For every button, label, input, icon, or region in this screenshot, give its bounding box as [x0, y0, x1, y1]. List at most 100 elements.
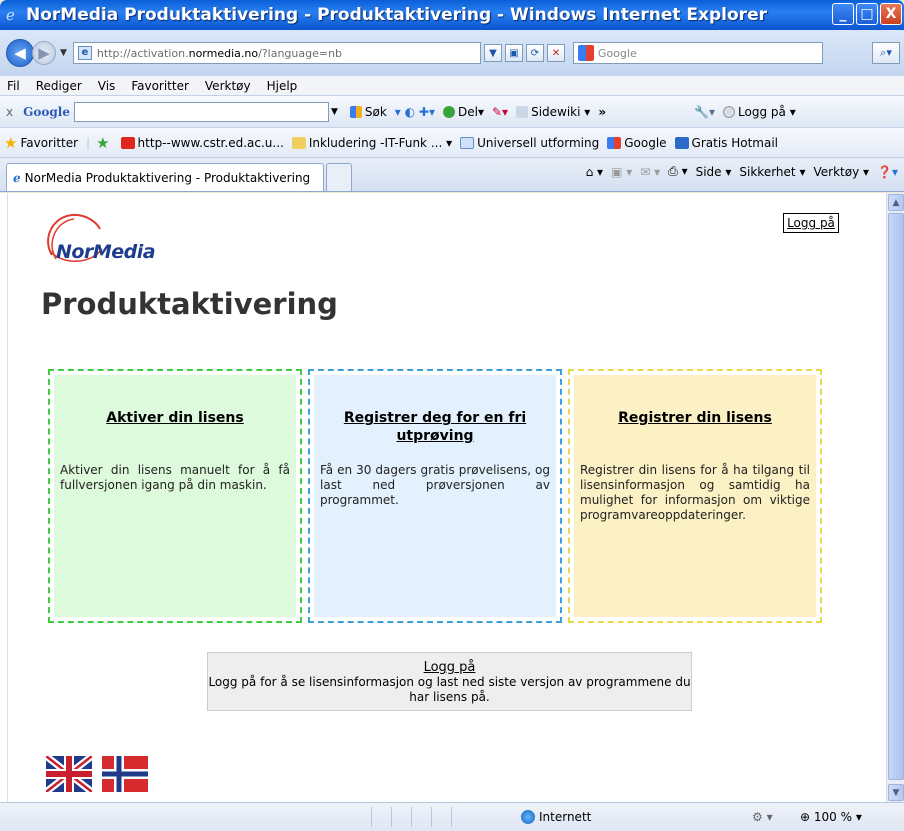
- zoom-control[interactable]: ⊕ 100 % ▾: [800, 810, 862, 824]
- favorite-link-google[interactable]: Google: [607, 135, 667, 150]
- menu-help[interactable]: Hjelp: [264, 79, 301, 93]
- url-prefix: http://activation.: [96, 46, 189, 60]
- toolbar-login-label: Logg på: [738, 104, 786, 119]
- compatibility-view-icon[interactable]: ▣: [504, 44, 523, 62]
- menu-file[interactable]: Fil: [4, 79, 23, 93]
- tools-menu[interactable]: Verktøy ▾: [813, 165, 869, 179]
- favorite-link-universell[interactable]: Universell utforming: [460, 136, 599, 150]
- english-flag-icon[interactable]: [46, 756, 92, 792]
- share-button[interactable]: Del ▾: [443, 105, 484, 119]
- register-license-link[interactable]: Registrer din lisens: [584, 409, 806, 427]
- status-segment: [392, 807, 412, 827]
- page-icon: e: [77, 46, 92, 60]
- favorite-link-hotmail[interactable]: Gratis Hotmail: [674, 135, 779, 150]
- command-bar: ⌂ ▾ ▣ ▾ ✉ ▾ ⎙ ▾ Side ▾ Sikkerhet ▾ Verkt…: [586, 164, 898, 179]
- window-title: NorMedia Produktaktivering - Produktakti…: [26, 5, 767, 25]
- address-input[interactable]: e http://activation. normedia.no/?languag…: [72, 42, 481, 64]
- google-search-button[interactable]: Søk: [349, 105, 387, 119]
- google-search-input[interactable]: [73, 101, 329, 122]
- close-button[interactable]: X: [880, 3, 902, 25]
- favorites-label: Favoritter: [20, 135, 79, 150]
- user-icon: [723, 105, 736, 118]
- favorite-link-cstr[interactable]: http--www.cstr.ed.ac.u...: [120, 136, 284, 150]
- login-link-top[interactable]: Logg på: [783, 213, 839, 233]
- refresh-button[interactable]: ⟳: [525, 44, 544, 62]
- safety-menu[interactable]: Sikkerhet ▾: [739, 165, 805, 179]
- search-placeholder: Google: [597, 46, 637, 60]
- card-activate-license: Aktiver din lisens Aktiver din lisens ma…: [48, 369, 302, 623]
- sidewiki-button[interactable]: Sidewiki ▾: [516, 105, 590, 119]
- tools-menu-label: Verktøy: [813, 164, 860, 179]
- browse-icons[interactable]: ▾ ◐ ✚▾: [395, 105, 435, 119]
- address-toolbar: ◀ ▶ ▼ e http://activation. normedia.no/?l…: [0, 30, 904, 76]
- protected-mode-icon[interactable]: ⚙ ▾: [752, 810, 773, 824]
- normedia-logo[interactable]: NorMedia: [42, 209, 174, 265]
- forward-button[interactable]: ▶: [32, 41, 56, 65]
- minimize-button[interactable]: _: [832, 3, 854, 25]
- favorites-button[interactable]: ★ Favoritter: [4, 134, 78, 152]
- address-dropdown-button[interactable]: ▼: [483, 44, 502, 62]
- menu-edit[interactable]: Rediger: [33, 79, 85, 93]
- feeds-icon[interactable]: ▣ ▾: [611, 165, 632, 179]
- home-icon[interactable]: ⌂ ▾: [586, 165, 603, 179]
- favorite-folder-inkludering[interactable]: Inkludering -IT-Funk ... ▾: [291, 135, 452, 150]
- maximize-button[interactable]: □: [856, 3, 878, 25]
- scroll-up-button[interactable]: ▲: [888, 194, 904, 211]
- window-title-bar: ℯ NorMedia Produktaktivering - Produktak…: [0, 0, 904, 30]
- favorite-label: Gratis Hotmail: [691, 135, 779, 150]
- add-favorite-icon[interactable]: ★: [96, 134, 112, 152]
- bookmark-button[interactable]: ✎▾: [492, 105, 508, 119]
- page-title: Produktaktivering: [41, 287, 338, 321]
- activate-license-text: Aktiver din lisens manuelt for å få full…: [60, 463, 290, 492]
- star-icon: ★: [4, 133, 18, 152]
- scroll-down-button[interactable]: ▼: [888, 784, 904, 801]
- google-toolbar: x Google ▼ Søk ▾ ◐ ✚▾ Del ▾ ✎▾ Sidewiki ▾…: [0, 96, 904, 128]
- print-icon[interactable]: ⎙ ▾: [668, 164, 687, 179]
- google-logo: Google: [23, 104, 70, 119]
- back-button[interactable]: ◀: [6, 39, 34, 67]
- wrench-icon[interactable]: 🔧▾: [694, 105, 715, 119]
- toolbar-more-button[interactable]: »: [598, 105, 606, 119]
- safety-menu-label: Sikkerhet: [739, 164, 796, 179]
- login-link[interactable]: Logg på: [208, 660, 691, 675]
- tab-active[interactable]: ℯ NorMedia Produktaktivering - Produktak…: [6, 163, 324, 191]
- mail-icon[interactable]: ✉ ▾: [640, 165, 660, 179]
- menu-favorites[interactable]: Favoritter: [128, 79, 192, 93]
- norwegian-flag-icon[interactable]: [102, 756, 148, 792]
- page-viewport: NorMedia Logg på Produktaktivering Aktiv…: [8, 193, 886, 802]
- register-license-text: Registrer din lisens for å ha tilgang ti…: [580, 463, 810, 522]
- search-input[interactable]: Google: [572, 42, 823, 64]
- search-button[interactable]: ⌕▾: [872, 42, 900, 64]
- help-icon[interactable]: ❓▾: [877, 165, 898, 179]
- favorite-label: Inkludering -IT-Funk ...: [308, 135, 443, 150]
- status-bar: Internett ⚙ ▾ ⊕ 100 % ▾: [0, 802, 904, 831]
- toolbar-close-button[interactable]: x: [6, 105, 13, 119]
- menu-bar: Fil Rediger Vis Favoritter Verktøy Hjelp: [0, 76, 904, 96]
- history-dropdown-icon[interactable]: ▼: [60, 48, 67, 58]
- status-segment: [432, 807, 452, 827]
- folder-icon: [291, 136, 306, 149]
- card-free-trial: Registrer deg for en fri utprøving Få en…: [308, 369, 562, 623]
- status-segment: [412, 807, 432, 827]
- scroll-thumb[interactable]: [888, 213, 904, 780]
- sidewiki-label: Sidewiki: [531, 104, 581, 119]
- window-controls: _ □ X: [832, 3, 902, 25]
- google-dropdown-icon[interactable]: ▼: [331, 107, 338, 117]
- vertical-scrollbar[interactable]: ▲ ▼: [886, 193, 904, 802]
- stop-button[interactable]: ✕: [546, 44, 565, 62]
- google-icon: [349, 105, 362, 118]
- ie-icon: ℯ: [6, 6, 15, 24]
- toolbar-login-button[interactable]: Logg på ▾: [723, 105, 796, 119]
- activate-license-link[interactable]: Aktiver din lisens: [64, 409, 286, 427]
- free-trial-link[interactable]: Registrer deg for en fri utprøving: [324, 409, 546, 445]
- new-tab-button[interactable]: [326, 163, 352, 191]
- menu-tools[interactable]: Verktøy: [202, 79, 254, 93]
- zone-label: Internett: [539, 810, 592, 824]
- globe-icon: [521, 810, 535, 824]
- menu-view[interactable]: Vis: [95, 79, 119, 93]
- favorite-label: Google: [624, 135, 667, 150]
- security-zone[interactable]: Internett: [521, 810, 591, 824]
- page-menu[interactable]: Side ▾: [696, 165, 732, 179]
- ie-page-icon: [460, 136, 475, 149]
- hotmail-icon: [674, 136, 689, 149]
